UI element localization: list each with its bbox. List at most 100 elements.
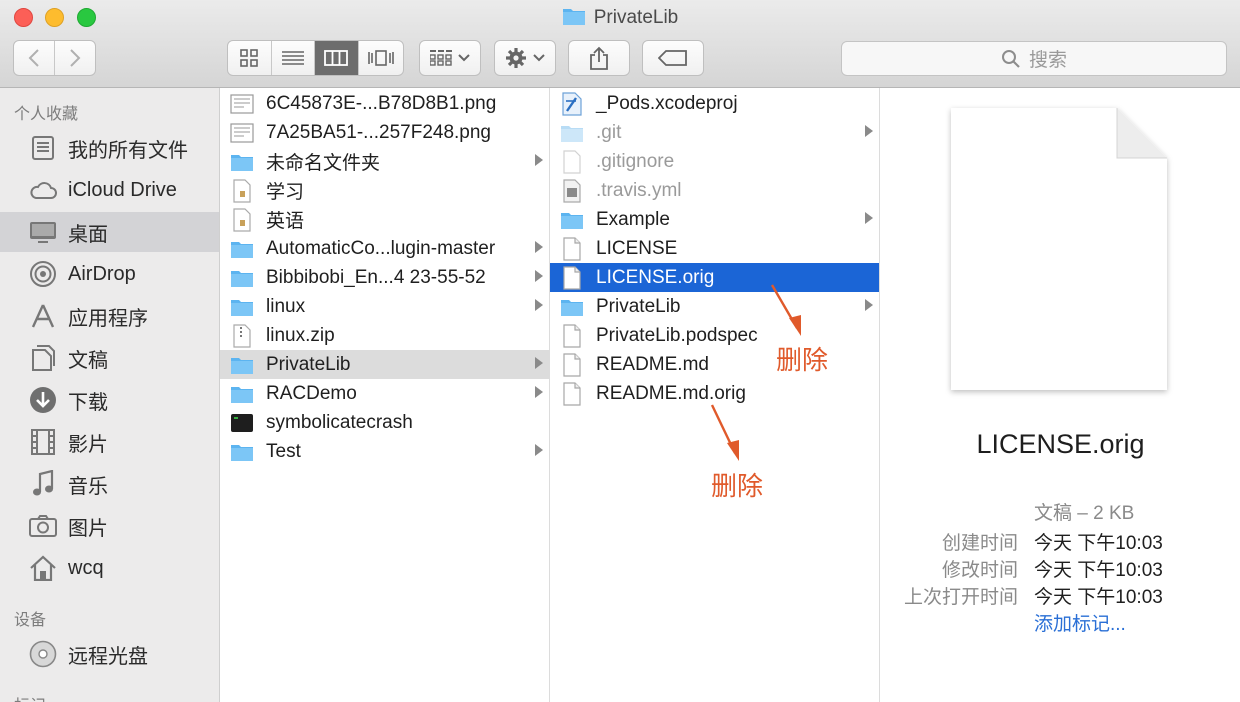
list-item[interactable]: 学习 bbox=[220, 176, 549, 205]
airdrop-icon bbox=[28, 259, 58, 289]
list-item[interactable]: Bibbibobi_En...4 23-55-52 bbox=[220, 263, 549, 292]
list-item[interactable]: LICENSE bbox=[550, 234, 879, 263]
edit-tags-button[interactable] bbox=[642, 40, 704, 76]
file-icon bbox=[560, 265, 584, 290]
sidebar-item-all-files[interactable]: 我的所有文件 bbox=[0, 128, 219, 168]
list-item[interactable]: Test bbox=[220, 437, 549, 466]
list-item[interactable]: .git bbox=[550, 118, 879, 147]
list-item-label: 英语 bbox=[266, 211, 305, 232]
list-item-label: _Pods.xcodeproj bbox=[596, 92, 738, 114]
list-item[interactable]: PrivateLib.podspec bbox=[550, 321, 879, 350]
sidebar-item-remote-disc[interactable]: 远程光盘 bbox=[0, 634, 219, 674]
sidebar-item-home[interactable]: wcq bbox=[0, 548, 219, 588]
annotation-delete-2: 删除 bbox=[711, 471, 764, 501]
icon-view-button[interactable] bbox=[228, 41, 272, 75]
tags-heading: 标记 bbox=[14, 692, 46, 702]
list-item[interactable]: PrivateLib bbox=[550, 292, 879, 321]
share-button[interactable] bbox=[568, 40, 630, 76]
column-view-button[interactable] bbox=[315, 41, 359, 75]
list-item[interactable]: _Pods.xcodeproj bbox=[550, 89, 879, 118]
list-item-label: .travis.yml bbox=[596, 179, 682, 201]
forward-button[interactable] bbox=[55, 41, 96, 75]
list-item[interactable]: PrivateLib bbox=[220, 350, 549, 379]
list-item[interactable]: README.md bbox=[550, 350, 879, 379]
list-item-label: 6C45873E-...B78D8B1.png bbox=[266, 92, 497, 114]
sidebar-item-movies[interactable]: 影片 bbox=[0, 422, 219, 462]
window-toolbar: PrivateLib 搜索 bbox=[0, 0, 1240, 88]
back-button[interactable] bbox=[14, 41, 55, 75]
modified-label: 修改时间 bbox=[941, 560, 1018, 581]
list-item-label: PrivateLib bbox=[596, 295, 681, 317]
chevron-right-icon bbox=[535, 154, 543, 166]
list-item-label: .git bbox=[596, 121, 622, 143]
sidebar-item-airdrop[interactable]: AirDrop bbox=[0, 254, 219, 294]
list-item[interactable]: .travis.yml bbox=[550, 176, 879, 205]
icon-view-icon bbox=[240, 49, 259, 67]
list-item[interactable]: README.md.orig bbox=[550, 379, 879, 408]
gear-icon bbox=[506, 48, 526, 68]
created-label: 创建时间 bbox=[941, 533, 1018, 554]
all-files-icon bbox=[28, 133, 58, 163]
last-opened-label: 上次打开时间 bbox=[903, 587, 1018, 608]
sidebar-item-label: 文稿 bbox=[68, 349, 108, 372]
sidebar-item-desktop[interactable]: 桌面 bbox=[0, 212, 219, 252]
list-item[interactable]: 英语 bbox=[220, 205, 549, 234]
list-item[interactable]: RACDemo bbox=[220, 379, 549, 408]
cloud-icon bbox=[28, 175, 58, 205]
sidebar-item-label: iCloud Drive bbox=[68, 178, 177, 201]
sidebar-item-label: AirDrop bbox=[68, 262, 136, 285]
sidebar-item-music[interactable]: 音乐 bbox=[0, 464, 219, 504]
list-item[interactable]: Example bbox=[550, 205, 879, 234]
sidebar-item-label: 我的所有文件 bbox=[68, 139, 188, 162]
coverflow-view-button[interactable] bbox=[359, 41, 403, 75]
list-item[interactable]: linux.zip bbox=[220, 321, 549, 350]
home-icon bbox=[28, 553, 58, 583]
arrange-button[interactable] bbox=[419, 40, 481, 76]
desktop-icon bbox=[28, 217, 58, 247]
list-view-button[interactable] bbox=[272, 41, 315, 75]
list-item[interactable]: 6C45873E-...B78D8B1.png bbox=[220, 89, 549, 118]
modified-value: 今天 下午10:03 bbox=[1034, 560, 1163, 581]
list-item-label: README.md.orig bbox=[596, 382, 746, 404]
list-item-label: PrivateLib.podspec bbox=[596, 324, 758, 346]
sidebar-item-icloud-drive[interactable]: iCloud Drive bbox=[0, 170, 219, 210]
list-item[interactable]: symbolicatecrash bbox=[220, 408, 549, 437]
list-item-label: README.md bbox=[596, 353, 709, 375]
sidebar-item-documents[interactable]: 文稿 bbox=[0, 338, 219, 378]
image-file-icon bbox=[230, 121, 254, 145]
terminal-executable-icon bbox=[230, 411, 254, 435]
sidebar-item-applications[interactable]: 应用程序 bbox=[0, 296, 219, 336]
folder-icon bbox=[560, 208, 584, 232]
chevron-right-icon bbox=[70, 49, 81, 67]
file-icon bbox=[560, 381, 584, 406]
sidebar-item-label: 影片 bbox=[68, 433, 108, 456]
action-button[interactable] bbox=[494, 40, 556, 76]
list-item[interactable]: .gitignore bbox=[550, 147, 879, 176]
list-item[interactable]: 7A25BA51-...257F248.png bbox=[220, 118, 549, 147]
sidebar-item-label: 桌面 bbox=[68, 223, 108, 246]
chevron-right-icon bbox=[535, 299, 543, 311]
coverflow-view-icon bbox=[367, 50, 394, 66]
add-tags-link[interactable]: 添加标记... bbox=[1034, 609, 1126, 636]
search-field[interactable]: 搜索 bbox=[841, 41, 1227, 76]
chevron-left-icon bbox=[28, 49, 39, 67]
list-item[interactable]: LICENSE.orig bbox=[550, 263, 879, 292]
folder-icon bbox=[230, 382, 254, 406]
file-icon bbox=[560, 323, 584, 348]
column-privatelib: _Pods.xcodeproj .git .gitignore .travis.yml… bbox=[550, 88, 880, 702]
list-item-label: PrivateLib bbox=[266, 353, 351, 375]
sidebar-item-label: 音乐 bbox=[68, 475, 108, 498]
yaml-file-icon bbox=[560, 178, 584, 203]
list-item[interactable]: AutomaticCo...lugin-master bbox=[220, 234, 549, 263]
arrange-grid-icon bbox=[430, 50, 452, 66]
movies-icon bbox=[28, 427, 58, 457]
list-item-label: Bibbibobi_En...4 23-55-52 bbox=[266, 266, 486, 288]
list-item-label: AutomaticCo...lugin-master bbox=[266, 237, 496, 259]
list-item-label: .gitignore bbox=[596, 150, 675, 172]
chevron-right-icon bbox=[865, 125, 873, 137]
documents-icon bbox=[28, 343, 58, 373]
sidebar-item-pictures[interactable]: 图片 bbox=[0, 506, 219, 546]
list-item[interactable]: 未命名文件夹 bbox=[220, 147, 549, 176]
sidebar-item-downloads[interactable]: 下载 bbox=[0, 380, 219, 420]
list-item[interactable]: linux bbox=[220, 292, 549, 321]
